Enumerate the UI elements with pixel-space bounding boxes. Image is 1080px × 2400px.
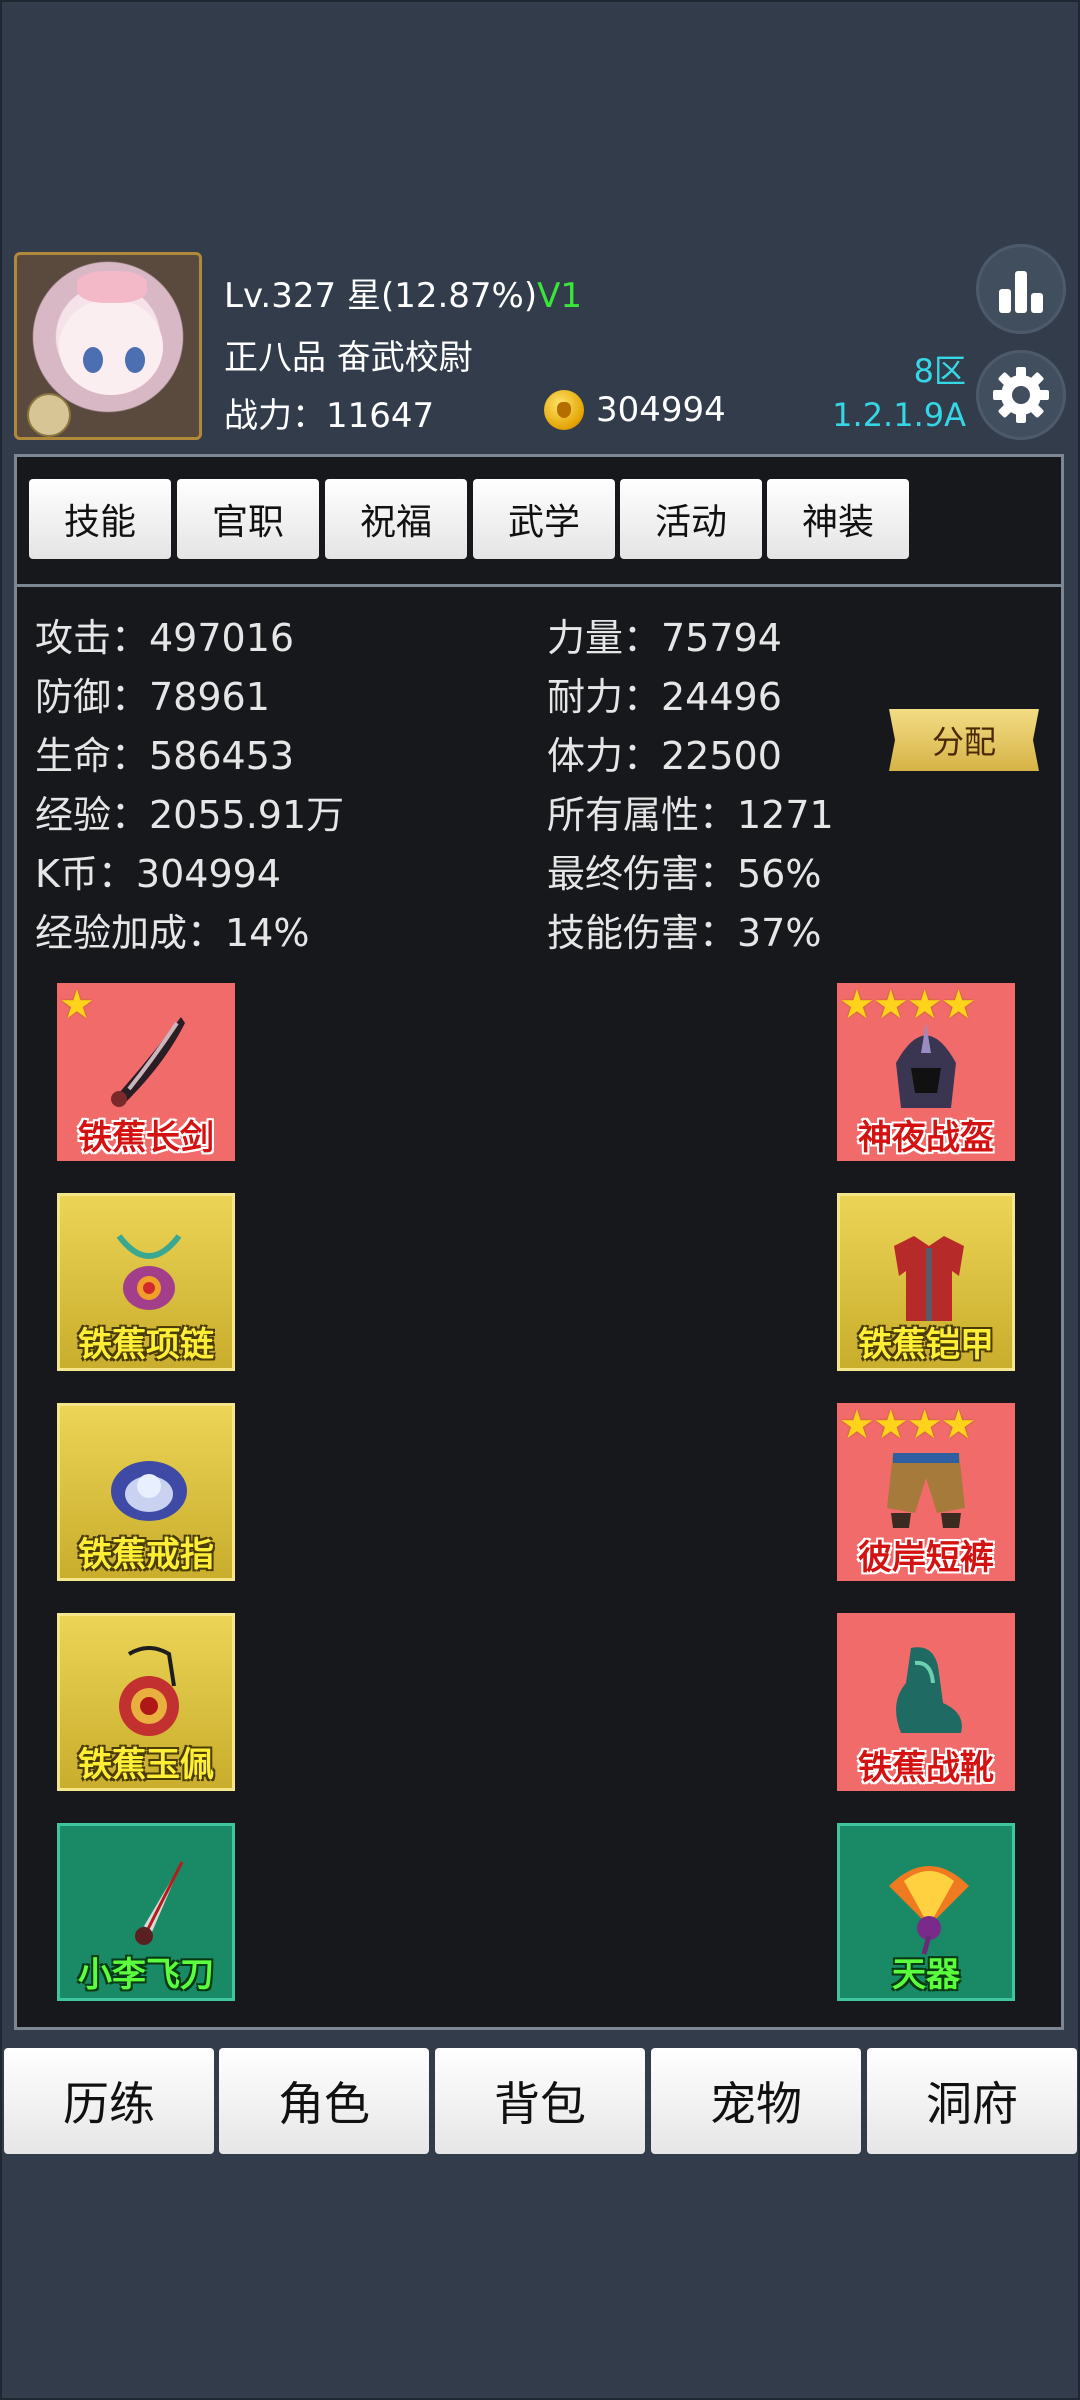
star-rating: ★★★★ [839, 982, 976, 1028]
attr-exp: 经验：2055.91万 [35, 793, 345, 837]
character-panel: 技能 官职 祝福 武学 活动 神装 攻击：497016 防御：78961 生命：… [14, 454, 1064, 2030]
level-line: Lv.327 星(12.87%)V1 [224, 268, 582, 317]
sword-icon [111, 1017, 185, 1107]
avatar-badge-icon [27, 393, 71, 437]
ring-icon [111, 1461, 187, 1521]
gold-coin-icon [544, 390, 584, 430]
tab-divine-gear[interactable]: 神装 [767, 479, 909, 559]
rank-title: 正八品 奋武校尉 [224, 338, 473, 378]
dagger-icon [135, 1861, 184, 1945]
item-name: 神夜战盔 [858, 1118, 994, 1158]
server-zone: 8区 [913, 352, 966, 390]
helmet-icon [896, 1023, 956, 1108]
nav-cave[interactable]: 洞府 [867, 2048, 1077, 2154]
tab-bar: 技能 官职 祝福 武学 活动 神装 [17, 457, 1061, 587]
tab-martial-arts[interactable]: 武学 [473, 479, 615, 559]
attr-final-damage: 最终伤害：56% [547, 852, 822, 896]
attr-endurance: 耐力：24496 [547, 675, 782, 719]
bar-chart-icon [999, 271, 1043, 313]
gold-amount: 304994 [596, 390, 726, 430]
avatar-eye-right [125, 347, 145, 373]
star-rating: ★ [59, 982, 95, 1028]
player-avatar[interactable] [14, 252, 202, 440]
nav-pets[interactable]: 宠物 [651, 2048, 861, 2154]
item-name: 铁蕉铠甲 [858, 1325, 994, 1365]
pendant-icon [119, 1646, 179, 1736]
nav-training[interactable]: 历练 [4, 2048, 214, 2154]
boots-icon [896, 1647, 962, 1733]
equip-slot-weapon[interactable]: ★ 铁蕉长剑 [57, 983, 235, 1161]
item-name: 铁蕉项链 [78, 1325, 214, 1365]
vip-badge: V1 [537, 276, 583, 316]
nav-character[interactable]: 角色 [219, 2048, 429, 2154]
ranking-button[interactable] [976, 244, 1066, 334]
attr-all: 所有属性：1271 [547, 793, 834, 837]
combat-power: 战力：11647 [224, 396, 435, 436]
star-rating: ★★★★ [839, 1402, 976, 1448]
equip-slot-artifact[interactable]: 天器 [837, 1823, 1015, 2001]
attr-defense: 防御：78961 [35, 675, 270, 719]
avatar-eye-left [83, 347, 103, 373]
attr-strength: 力量：75794 [547, 616, 782, 660]
equip-slot-ring[interactable]: 铁蕉戒指 [57, 1403, 235, 1581]
attr-kcoin: K币：304994 [35, 852, 281, 896]
tab-office[interactable]: 官职 [177, 479, 319, 559]
equip-slot-pants[interactable]: ★★★★ 彼岸短裤 [837, 1403, 1015, 1581]
level-text: Lv.327 [224, 276, 337, 316]
tab-blessing[interactable]: 祝福 [325, 479, 467, 559]
settings-button[interactable] [976, 350, 1066, 440]
fan-icon [889, 1866, 969, 1955]
gear-icon [993, 367, 1049, 423]
attr-skill-damage: 技能伤害：37% [547, 911, 822, 955]
allocate-button[interactable]: 分配 [889, 709, 1039, 771]
avatar-face [59, 299, 163, 395]
tab-skills[interactable]: 技能 [29, 479, 171, 559]
version-label: 1.2.1.9A [832, 396, 966, 434]
tab-events[interactable]: 活动 [620, 479, 762, 559]
equip-slot-dagger[interactable]: 小李飞刀 [57, 1823, 235, 2001]
pants-icon [887, 1453, 965, 1528]
attr-stamina: 体力：22500 [547, 734, 782, 778]
item-name: 小李飞刀 [78, 1955, 214, 1995]
item-name: 铁蕉长剑 [78, 1118, 214, 1158]
equip-slot-armor[interactable]: 铁蕉铠甲 [837, 1193, 1015, 1371]
equip-slot-pendant[interactable]: 铁蕉玉佩 [57, 1613, 235, 1791]
item-name: 铁蕉玉佩 [78, 1745, 214, 1785]
equip-slot-helmet[interactable]: ★★★★ 神夜战盔 [837, 983, 1015, 1161]
armor-icon [894, 1236, 964, 1321]
item-name: 天器 [892, 1955, 960, 1995]
item-name: 铁蕉戒指 [78, 1535, 214, 1575]
equip-slot-boots[interactable]: 铁蕉战靴 [837, 1613, 1015, 1791]
nav-backpack[interactable]: 背包 [435, 2048, 645, 2154]
item-name: 铁蕉战靴 [858, 1748, 994, 1788]
attr-exp-bonus: 经验加成：14% [35, 911, 310, 955]
item-name: 彼岸短裤 [858, 1538, 994, 1578]
attr-attack: 攻击：497016 [35, 616, 295, 660]
equip-slot-necklace[interactable]: 铁蕉项链 [57, 1193, 235, 1371]
avatar-bow [77, 271, 147, 303]
attr-life: 生命：586453 [35, 734, 295, 778]
star-progress: 星(12.87%) [346, 276, 538, 316]
necklace-icon [116, 1234, 182, 1310]
gold-display: 304994 [544, 390, 726, 430]
